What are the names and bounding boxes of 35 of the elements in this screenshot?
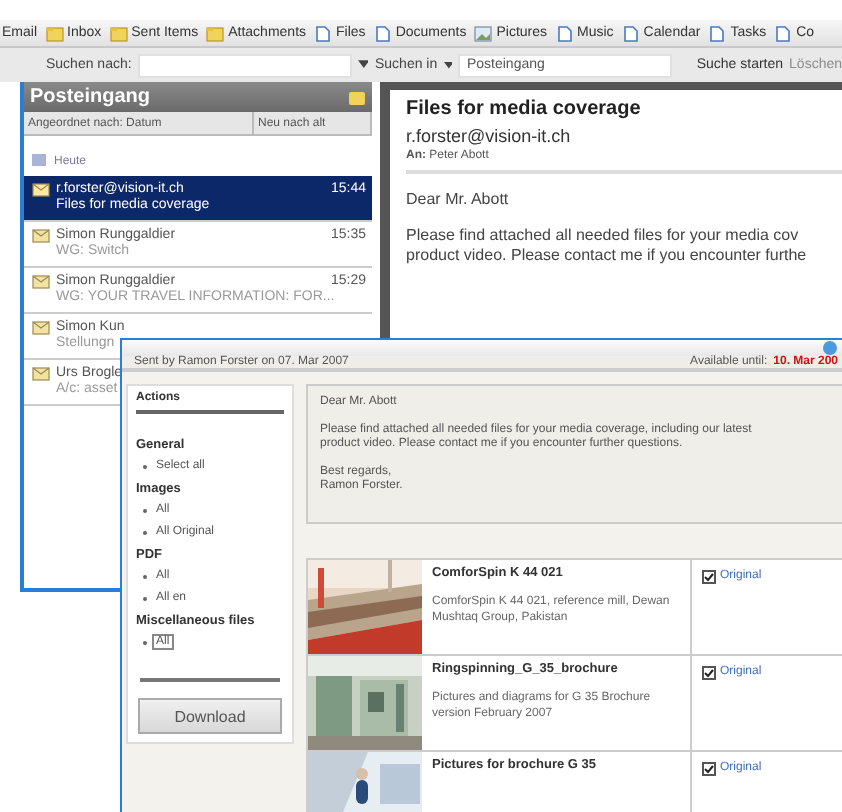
page-icon — [555, 25, 574, 41]
bullet-icon — [142, 463, 148, 469]
envelope-icon — [32, 366, 50, 382]
download-button[interactable]: Download — [138, 698, 282, 734]
folder-icon — [109, 25, 128, 41]
envelope-icon — [32, 274, 50, 290]
message-sender: r.forster@vision-it.ch — [406, 126, 573, 146]
folder-icon — [348, 89, 366, 105]
page-icon — [774, 25, 793, 41]
message-paragraph: Please find attached all needed files for your media cov product video. Please contact me if you encounter furthe — [406, 226, 809, 266]
envelope-icon — [32, 228, 50, 244]
bullet-icon — [142, 507, 148, 513]
message-subject: Files for media coverage — [406, 98, 643, 120]
dropdown-icon[interactable] — [443, 61, 453, 69]
checkbox[interactable] — [702, 666, 716, 680]
search-field[interactable] — [137, 53, 352, 77]
window-icon — [822, 340, 838, 356]
envelope-icon — [32, 320, 50, 336]
folder-icon — [45, 25, 64, 41]
page-icon — [314, 25, 333, 41]
dropdown-icon[interactable] — [357, 60, 369, 70]
page-icon — [708, 25, 727, 41]
bullet-icon — [142, 639, 148, 645]
page-icon — [373, 25, 392, 41]
page-icon — [621, 25, 640, 41]
folder-icon — [206, 25, 225, 41]
image-icon — [474, 25, 493, 41]
checkbox[interactable] — [702, 762, 716, 776]
message-paragraph: Dear Mr. Abott — [406, 190, 511, 210]
checkbox[interactable] — [702, 570, 716, 584]
pane-title: Posteingang — [30, 86, 151, 108]
bullet-icon — [142, 595, 148, 601]
envelope-icon — [32, 182, 50, 198]
bullet-icon — [142, 573, 148, 579]
bullet-icon — [142, 529, 148, 535]
